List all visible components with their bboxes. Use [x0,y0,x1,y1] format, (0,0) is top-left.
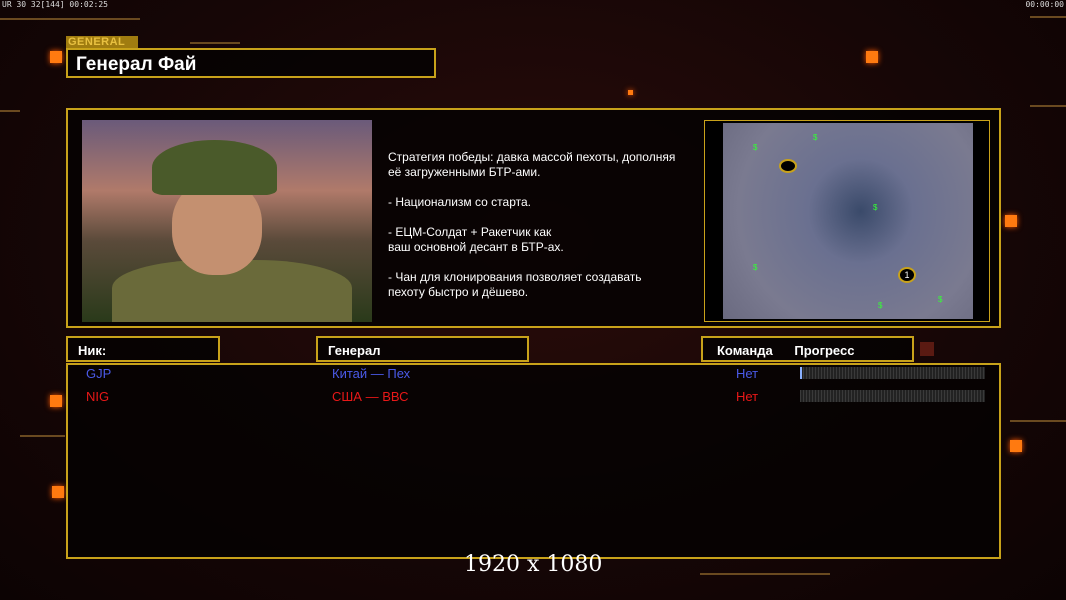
supply-icon: $ [938,295,943,304]
hud-timer: 00:00:00 [1025,0,1064,9]
start-position-marker: 1 [898,267,916,283]
general-info-panel: Стратегия победы: давка массой пехоты, д… [66,108,1001,328]
supply-icon: $ [813,133,818,142]
player-progress-bar [800,390,985,402]
supply-icon: $ [873,203,878,212]
player-nick: NIG [86,389,110,404]
start-position-marker [779,159,797,173]
decor-line [20,435,65,437]
decor-line [190,42,240,44]
player-progress-bar [800,367,985,379]
supply-icon: $ [753,263,758,272]
player-general[interactable]: Китай — Пех [332,366,410,381]
decor-square [920,342,934,356]
decor-square [1005,215,1017,227]
decor-square [52,486,64,498]
column-header-team: Команда [717,343,773,358]
decor-square [50,51,62,63]
column-header-nick: Ник: [66,336,220,362]
supply-icon: $ [753,143,758,152]
player-general[interactable]: США — ВВС [332,389,409,404]
decor-square [628,90,633,95]
column-header-progress: Прогресс [794,343,855,358]
player-team[interactable]: Нет [736,366,758,381]
decor-line [0,18,140,20]
page-title: Генерал Фай [66,48,436,78]
strategy-description: Стратегия победы: давка массой пехоты, д… [388,150,676,299]
decor-line [1010,420,1066,422]
decor-line [700,573,830,575]
map-preview[interactable]: 1 $ $ $ $ $ $ [704,120,990,322]
player-nick: GJP [86,366,112,381]
decor-line [0,110,20,112]
general-portrait [82,120,372,322]
decor-line [1030,16,1066,18]
decor-square [866,51,878,63]
resolution-label: 1920 x 1080 [464,552,603,577]
column-header-general: Генерал [316,336,529,362]
player-team[interactable]: Нет [736,389,758,404]
supply-icon: $ [878,301,883,310]
column-header-team-progress: Команда Прогресс [701,336,914,362]
decor-square [50,395,62,407]
hud-stats: UR 30 32[144] 00:02:25 [2,0,108,9]
decor-square [1010,440,1022,452]
general-tag: GENERAL [66,36,138,48]
decor-line [1030,105,1066,107]
